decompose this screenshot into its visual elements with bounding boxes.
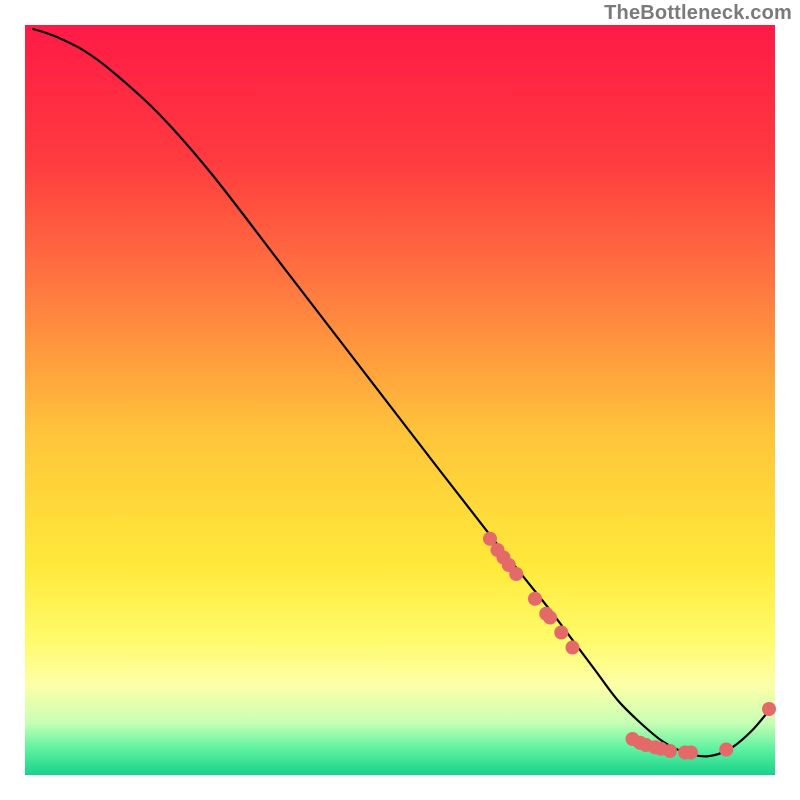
chart-svg [0,0,800,800]
data-marker [543,611,557,625]
data-marker [528,592,542,606]
data-marker [566,641,580,655]
plot-background [25,25,775,775]
watermark-text: TheBottleneck.com [604,2,792,25]
data-marker [719,743,733,757]
chart-stage: TheBottleneck.com [0,0,800,800]
data-marker [554,626,568,640]
data-marker [663,744,677,758]
data-marker [509,567,523,581]
data-marker [684,746,698,760]
data-marker [762,702,776,716]
